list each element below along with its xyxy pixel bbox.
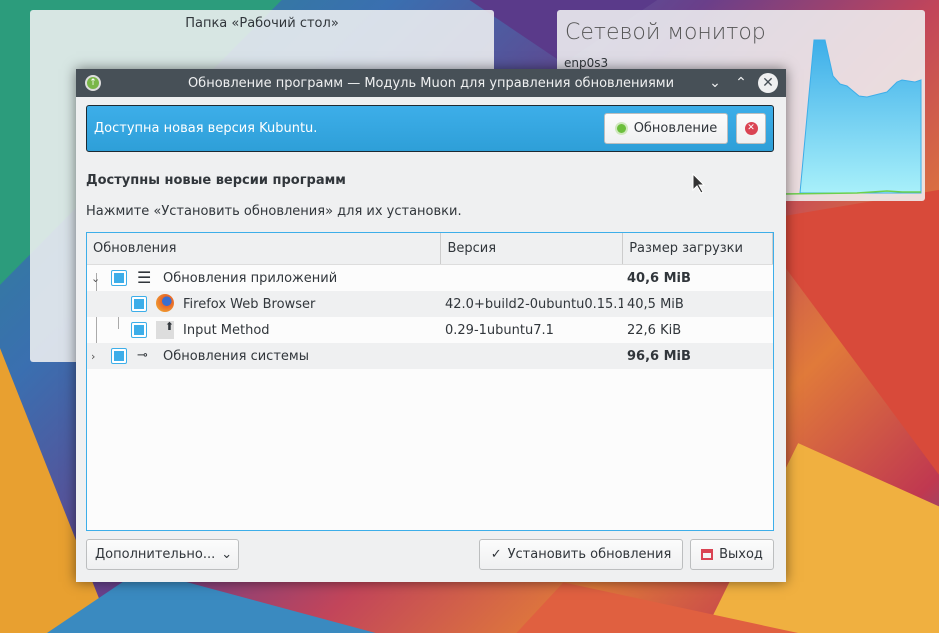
quit-button[interactable]: Выход bbox=[690, 539, 774, 570]
settings-icon: ⊸ bbox=[137, 348, 148, 363]
mouse-cursor bbox=[692, 173, 706, 194]
upgrade-button[interactable]: Обновление bbox=[604, 113, 728, 144]
checkmark-icon: ✓ bbox=[490, 547, 502, 562]
section-heading: Доступны новые версии программ bbox=[86, 173, 346, 188]
maximize-button[interactable]: ⌃ bbox=[732, 75, 750, 91]
chevron-down-icon: ⌄ bbox=[221, 547, 233, 562]
quit-label: Выход bbox=[719, 547, 763, 562]
checkbox[interactable] bbox=[111, 270, 127, 286]
column-header-updates[interactable]: Обновления bbox=[87, 233, 442, 264]
row-name: Input Method bbox=[183, 322, 270, 338]
upgrade-icon bbox=[614, 122, 628, 135]
more-dropdown-button[interactable]: Дополнительно... ⌄ bbox=[86, 539, 239, 570]
title-bar[interactable]: ↑ Обновление программ — Модуль Muon для … bbox=[76, 69, 786, 97]
more-label: Дополнительно... bbox=[95, 547, 216, 562]
row-size: 22,6 KiB bbox=[627, 322, 682, 338]
install-label: Установить обновления bbox=[507, 547, 672, 562]
checkbox[interactable] bbox=[111, 348, 127, 364]
column-header-size[interactable]: Размер загрузки bbox=[623, 233, 773, 264]
hint-text: Нажмите «Установить обновления» для их у… bbox=[86, 204, 462, 219]
row-size: 96,6 MiB bbox=[627, 348, 691, 364]
upgrade-label: Обновление bbox=[633, 121, 718, 136]
banner-message: Доступна новая версия Kubuntu. bbox=[94, 121, 318, 136]
window-title: Обновление программ — Модуль Muon для уп… bbox=[187, 75, 675, 91]
row-size: 40,5 MiB bbox=[627, 296, 684, 312]
column-header-version[interactable]: Версия bbox=[441, 233, 624, 264]
table-header: Обновления Версия Размер загрузки bbox=[87, 233, 773, 265]
row-name: Обновления системы bbox=[163, 348, 309, 364]
dismiss-banner-button[interactable]: ✕ bbox=[736, 113, 766, 144]
folder-widget-title: Папка «Рабочий стол» bbox=[185, 16, 339, 31]
row-version: 0.29-1ubuntu7.1 bbox=[445, 322, 554, 338]
checkbox[interactable] bbox=[131, 322, 147, 338]
row-name: Firefox Web Browser bbox=[183, 296, 316, 312]
tree-row-system-updates[interactable]: › ⊸ Обновления системы 96,6 MiB bbox=[87, 343, 773, 369]
row-version: 42.0+build2-0ubuntu0.15.1... bbox=[445, 296, 623, 312]
exit-icon bbox=[701, 549, 714, 560]
minimize-button[interactable]: ⌄ bbox=[706, 75, 724, 91]
menu-icon: ☰ bbox=[137, 268, 152, 287]
row-size: 40,6 MiB bbox=[627, 270, 691, 286]
chevron-right-icon[interactable]: › bbox=[91, 350, 95, 363]
tree-row-app-updates[interactable]: ⌄ ☰ Обновления приложений 40,6 MiB bbox=[87, 265, 773, 291]
upgrade-banner: Доступна новая версия Kubuntu. Обновлени… bbox=[86, 105, 774, 152]
updates-tree[interactable]: Обновления Версия Размер загрузки ⌄ ☰ Об… bbox=[86, 232, 774, 531]
muon-update-window: ↑ Обновление программ — Модуль Muon для … bbox=[76, 69, 786, 582]
chevron-down-icon[interactable]: ⌄ bbox=[91, 272, 100, 285]
checkbox[interactable] bbox=[131, 296, 147, 312]
close-icon: ✕ bbox=[744, 122, 758, 135]
tree-row-firefox[interactable]: Firefox Web Browser 42.0+build2-0ubuntu0… bbox=[87, 291, 773, 317]
firefox-icon bbox=[156, 294, 174, 312]
row-name: Обновления приложений bbox=[163, 270, 338, 286]
download-series bbox=[799, 39, 922, 194]
close-button[interactable]: ✕ bbox=[758, 73, 778, 93]
input-method-icon: ⬆ bbox=[156, 321, 174, 339]
tree-row-input-method[interactable]: ⬆ Input Method 0.29-1ubuntu7.1 22,6 KiB bbox=[87, 317, 773, 343]
install-updates-button[interactable]: ✓ Установить обновления bbox=[479, 539, 683, 570]
